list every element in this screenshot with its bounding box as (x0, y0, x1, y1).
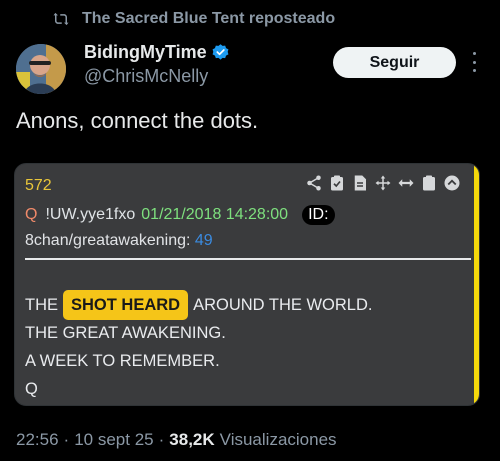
repost-header: The Sacred Blue Tent reposteado (52, 10, 335, 28)
drop-board-name: 8chan/greatawakening: (25, 232, 191, 249)
card-accent-edge (474, 164, 479, 405)
author-block: BidingMyTime @ChrisMcNelly (84, 42, 230, 87)
more-options-icon[interactable] (466, 50, 482, 74)
separator-dot: · (158, 430, 165, 449)
move-icon (375, 175, 391, 191)
drop-line-2: THE GREAT AWAKENING. (25, 324, 226, 342)
avatar-image (16, 44, 66, 94)
drop-line-1-post: AROUND THE WORLD. (193, 296, 373, 314)
tweet-text: Anons, connect the dots. (16, 108, 259, 133)
drop-id-badge: ID: (302, 205, 335, 225)
share-icon (307, 175, 321, 191)
clipboard-check-icon (331, 175, 343, 191)
drop-tripcode: !UW.yye1fxo (45, 206, 136, 223)
repost-text[interactable]: The Sacred Blue Tent reposteado (82, 10, 335, 28)
drop-meta-row: Q !UW.yye1fxo 01/21/2018 14:28:00 ID: (25, 205, 335, 225)
drop-highlight: SHOT HEARD (63, 290, 189, 320)
avatar[interactable] (16, 44, 66, 94)
drop-line-1-pre: THE (25, 296, 58, 314)
clipboard-icon (423, 175, 435, 191)
tweet-time[interactable]: 22:56 (16, 430, 59, 450)
drop-q-letter: Q (25, 206, 38, 223)
drop-divider (25, 258, 471, 260)
drop-line-1: THE SHOT HEARD AROUND THE WORLD. (25, 290, 373, 320)
author-name[interactable]: BidingMyTime (84, 42, 207, 63)
views-count: 38,2K (169, 430, 215, 449)
document-icon (354, 175, 366, 191)
views-label: Visualizaciones (219, 430, 337, 449)
drop-board-row: 8chan/greatawakening: 49 (25, 232, 213, 250)
resize-horizontal-icon (398, 179, 414, 187)
follow-button[interactable]: Seguir (333, 47, 456, 78)
separator-dot: · (63, 430, 70, 449)
drop-toolbar (300, 174, 461, 192)
drop-board-count: 49 (194, 232, 213, 249)
author-handle[interactable]: @ChrisMcNelly (84, 66, 230, 87)
tweet-page: The Sacred Blue Tent reposteado BidingMy… (0, 0, 500, 461)
drop-line-4: Q (25, 380, 38, 398)
embedded-image-card[interactable]: 572 Q !UW.yye1fxo 01/21/2018 14:28:00 ID… (14, 163, 480, 406)
collapse-icon (444, 175, 460, 191)
tweet-footer: 22:56 · 10 sept 25 · 38,2K Visualizacion… (16, 430, 337, 450)
tweet-date[interactable]: 10 sept 25 (74, 430, 153, 450)
drop-line-3: A WEEK TO REMEMBER. (25, 352, 220, 370)
verified-badge-icon (212, 44, 229, 60)
repost-icon (53, 12, 69, 26)
drop-body: THE SHOT HEARD AROUND THE WORLD. THE GRE… (25, 290, 373, 403)
drop-number: 572 (25, 177, 52, 194)
drop-datetime: 01/21/2018 14:28:00 (141, 206, 289, 223)
